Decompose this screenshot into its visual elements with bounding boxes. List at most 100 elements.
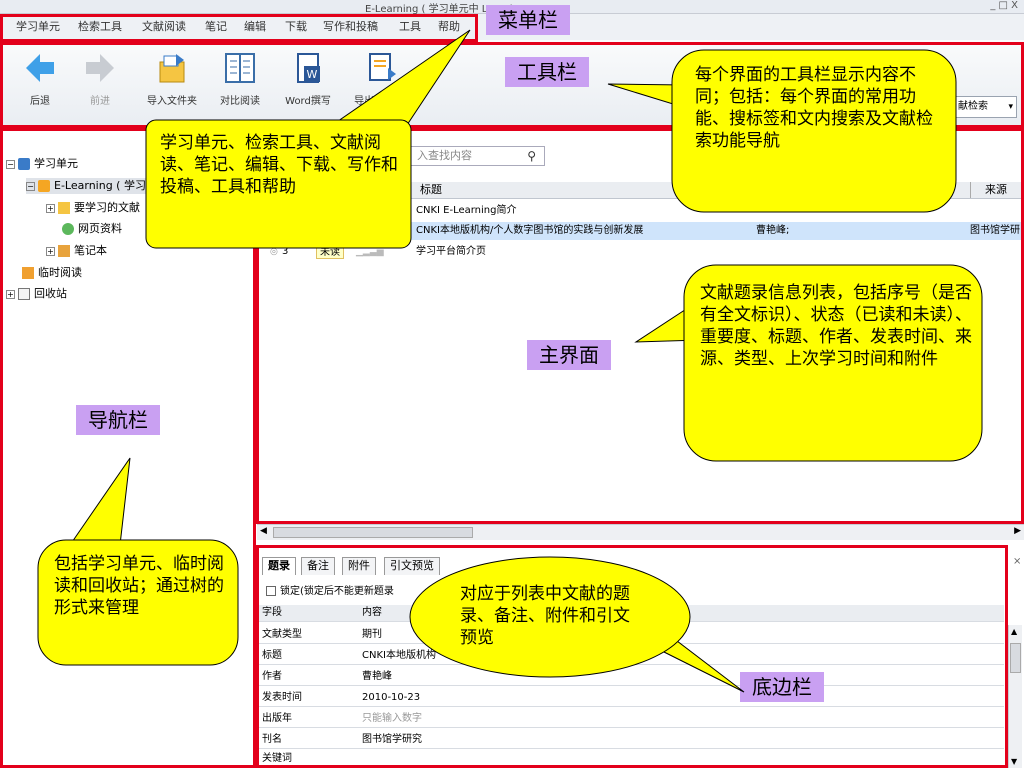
menu-item-write-submit[interactable]: 写作和投稿 xyxy=(323,18,378,34)
callout-list-desc: 文献题录信息列表，包括序号（是否有全文标识）、状态（已读和未读）、重要度、标题、… xyxy=(700,283,972,369)
web-page-icon xyxy=(62,223,74,235)
prop-key: 出版年 xyxy=(262,713,292,724)
tree-collapse-icon[interactable]: − xyxy=(6,159,15,169)
menu-item-edit[interactable]: 编辑 xyxy=(244,18,266,34)
find-input[interactable]: 入查找内容 ⚲ xyxy=(410,146,545,166)
arrow-right-icon xyxy=(86,54,114,82)
row-source: 图书馆学研 xyxy=(970,225,1020,236)
tree-label: 临时阅读 xyxy=(38,266,82,279)
tree-label: E-Learning ( 学习 xyxy=(54,179,146,192)
row-title: CNKI本地版机构/个人数字图书馆的实践与创新发展 xyxy=(416,225,644,236)
table-row[interactable]: ◎ 3 未读 ▁▂▃▅ 学习平台简介页 xyxy=(264,243,1024,261)
prop-value: 2010-10-23 xyxy=(362,692,421,703)
search-type-value: 献检索 xyxy=(958,101,988,112)
horizontal-scrollbar[interactable]: ◀ ▶ xyxy=(257,524,1024,540)
import-folder-label: 导入文件夹 xyxy=(147,96,197,107)
tab-remarks[interactable]: 备注 xyxy=(301,557,335,575)
forward-label: 前进 xyxy=(90,96,110,107)
scroll-right-icon[interactable]: ▶ xyxy=(1014,526,1021,536)
row-status-badge: 未读 xyxy=(316,245,344,259)
tree-item-web[interactable]: 网页资料 xyxy=(62,221,122,237)
prop-row[interactable]: 刊名 图书馆学研究 xyxy=(258,732,1004,749)
menu-item-learning-unit[interactable]: 学习单元 xyxy=(16,18,60,34)
row-radio-icon: ◎ xyxy=(270,247,278,257)
tab-citation-preview[interactable]: 引文预览 xyxy=(384,557,440,575)
import-folder-button[interactable]: 导入文件夹 xyxy=(140,50,204,107)
scroll-thumb[interactable] xyxy=(1010,643,1021,673)
prop-value: 曹艳峰 xyxy=(362,671,392,682)
menu-item-search-tools[interactable]: 检索工具 xyxy=(78,18,122,34)
word-write-button[interactable]: W Word撰写 xyxy=(276,50,340,107)
find-placeholder: 入查找内容 xyxy=(417,149,472,162)
table-row-selected[interactable]: CNKI本地版机构/个人数字图书馆的实践与创新发展 曹艳峰; 图书馆学研 xyxy=(410,222,1024,240)
row-title: 学习平台简介页 xyxy=(416,246,486,257)
tree-item-temp-read[interactable]: 临时阅读 xyxy=(22,265,82,281)
back-label: 后退 xyxy=(30,96,50,107)
tree-label: 笔记本 xyxy=(74,244,107,257)
prop-key: 关键词 xyxy=(262,753,292,764)
prop-row[interactable]: 出版年 只能输入数字 xyxy=(258,711,1004,728)
tree-expand-icon[interactable]: + xyxy=(6,289,15,299)
tree-label: 要学习的文献 xyxy=(74,201,140,214)
column-source[interactable]: 来源 xyxy=(970,182,1007,198)
scroll-up-icon[interactable]: ▲ xyxy=(1011,627,1017,636)
props-col-field: 字段 xyxy=(262,607,282,618)
export-word-button[interactable]: 导出到Word xyxy=(350,50,414,107)
scroll-thumb[interactable] xyxy=(273,527,473,538)
scroll-left-icon[interactable]: ◀ xyxy=(260,526,267,536)
prop-row[interactable]: 发表时间 2010-10-23 xyxy=(258,690,1004,707)
prop-row[interactable]: 作者 曹艳峰 xyxy=(258,669,1004,686)
tab-record[interactable]: 题录 xyxy=(262,557,296,575)
label-toolbar: 工具栏 xyxy=(505,57,589,87)
menu-item-download[interactable]: 下载 xyxy=(285,18,307,34)
temp-read-icon xyxy=(22,267,34,279)
tree-expand-icon[interactable]: + xyxy=(46,246,55,256)
menu-item-reading[interactable]: 文献阅读 xyxy=(142,18,186,34)
prop-row[interactable]: 标题 CNKI本地版机构 xyxy=(258,648,1004,665)
chevron-down-icon: ▾ xyxy=(1008,102,1013,112)
column-title[interactable]: 标题 xyxy=(420,182,442,198)
prop-value: 图书馆学研究 xyxy=(362,734,422,745)
close-panel-icon[interactable]: ⨯ xyxy=(1013,556,1021,567)
svg-text:W: W xyxy=(307,68,318,81)
prop-key: 发表时间 xyxy=(262,692,302,703)
prop-value: CNKI本地版机构 xyxy=(362,650,436,661)
prop-row[interactable]: 关键词 xyxy=(258,751,1004,768)
scroll-down-icon[interactable]: ▼ xyxy=(1011,757,1017,766)
tab-attachments[interactable]: 附件 xyxy=(342,557,376,575)
lock-label: 锁定(锁定后不能更新题录 xyxy=(280,586,394,597)
folder-icon xyxy=(58,202,70,214)
vertical-scrollbar[interactable]: ▲ ▼ xyxy=(1008,625,1022,768)
tree-item-elearning[interactable]: − E-Learning ( 学习 xyxy=(26,178,150,194)
row-author: 曹艳峰; xyxy=(756,225,790,236)
compare-read-button[interactable]: 对比阅读 xyxy=(208,50,272,107)
tree-expand-icon[interactable]: + xyxy=(46,203,55,213)
menu-item-help[interactable]: 帮助 xyxy=(438,18,460,34)
compare-read-label: 对比阅读 xyxy=(220,96,260,107)
search-type-dropdown[interactable]: 献检索 ▾ xyxy=(955,96,1017,118)
tree-item-to-learn[interactable]: + 要学习的文献 xyxy=(46,200,140,216)
word-write-label: Word撰写 xyxy=(285,96,331,107)
tree-collapse-icon[interactable]: − xyxy=(26,181,35,191)
tree-item-notebook[interactable]: + 笔记本 xyxy=(46,243,107,259)
menu-item-notes[interactable]: 笔记 xyxy=(205,18,227,34)
tree-item-learning-unit[interactable]: − 学习单元 xyxy=(6,156,78,172)
prop-value: 只能输入数字 xyxy=(362,713,422,724)
elearning-icon xyxy=(38,180,50,192)
props-col-content: 内容 xyxy=(362,607,382,618)
forward-button[interactable]: 前进 xyxy=(68,50,132,107)
export-word-icon xyxy=(369,53,396,81)
folder-import-icon xyxy=(159,54,185,83)
checkbox-icon[interactable] xyxy=(266,586,276,596)
back-button[interactable]: 后退 xyxy=(8,50,72,107)
prop-key: 文献类型 xyxy=(262,629,302,640)
menu-item-tools[interactable]: 工具 xyxy=(399,18,421,34)
navigation-pane: − 学习单元 − E-Learning ( 学习 + 要学习的文献 网页资料 + 笔记本… xyxy=(0,128,256,768)
search-icon: ⚲ xyxy=(527,149,536,163)
lock-checkbox[interactable]: 锁定(锁定后不能更新题录 xyxy=(266,582,394,597)
trash-icon xyxy=(18,288,30,300)
window-controls[interactable]: _ □ X xyxy=(990,0,1018,11)
table-row[interactable]: CNKI E-Learning简介 xyxy=(416,202,517,220)
tree-item-recycle[interactable]: + 回收站 xyxy=(6,286,67,302)
tree-label: 回收站 xyxy=(34,287,67,300)
